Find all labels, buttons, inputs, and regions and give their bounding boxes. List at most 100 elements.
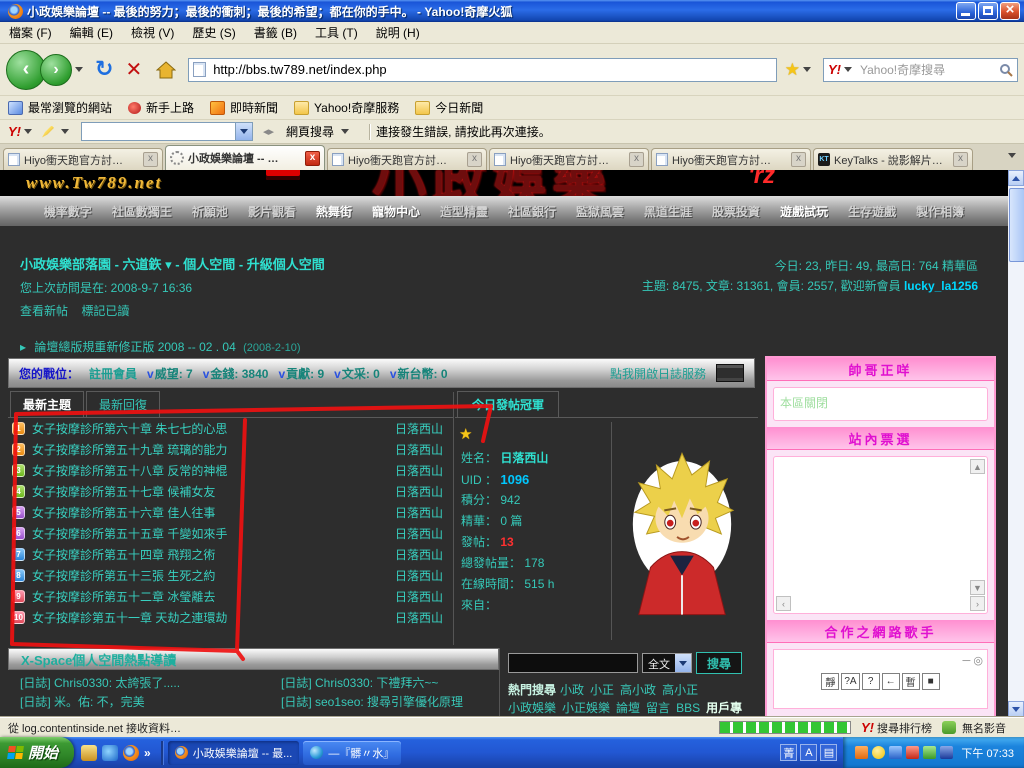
browser-tab[interactable]: Hiyo衝天跑官方討… x <box>3 148 163 170</box>
pencil-dropdown-icon[interactable] <box>61 129 69 134</box>
bookmark-item[interactable]: 今日新聞 <box>415 99 483 116</box>
site-nav-item[interactable]: 影片觀看 <box>248 203 296 220</box>
wretch-video-widget[interactable]: 無名影音 <box>942 720 1006 736</box>
post-title-link[interactable]: 女子按摩診所第五十六章 佳人往事 <box>32 504 379 521</box>
browser-tab[interactable]: KeyTalks - 說影解片… x <box>813 148 973 170</box>
browser-tab[interactable]: Hiyo衝天跑官方討… x <box>489 148 649 170</box>
xspace-entry-link[interactable]: [日誌] Chris0330: 下禮拜六~~ <box>281 674 463 693</box>
xspace-entry-link[interactable]: [日誌] Chris0330: 太誇張了..... <box>20 674 255 693</box>
new-member-link[interactable]: lucky_la1256 <box>904 279 978 293</box>
search-engine-dropdown-icon[interactable] <box>844 67 852 72</box>
quick-launch-overflow-icon[interactable]: » <box>144 746 151 760</box>
tab-close-icon[interactable]: x <box>467 152 482 167</box>
bookmark-item[interactable]: 新手上路 <box>128 99 194 116</box>
home-button[interactable] <box>156 61 176 79</box>
scroll-right-icon[interactable]: › <box>970 596 985 611</box>
connection-error-message[interactable]: 連接發生錯誤, 請按此再次連接。 <box>376 123 551 140</box>
bookmark-item[interactable]: Yahoo!奇摩服務 <box>294 99 399 116</box>
quick-launch-firefox-icon[interactable] <box>123 745 139 761</box>
post-title-link[interactable]: 女子按摩診所第五十五章 千變如來手 <box>32 525 379 542</box>
post-title-link[interactable]: 女子按摩診所第五十二章 冰瑩離去 <box>32 588 379 605</box>
menu-item[interactable]: 檔案 (F) <box>0 21 61 44</box>
xspace-entry-link[interactable]: [日誌] 米。佑: 不，完美 <box>20 693 255 712</box>
hot-search-term-link[interactable]: 小政 <box>560 681 584 699</box>
hot-search-term-link[interactable]: 論壇 <box>616 699 640 717</box>
taskbar-window-button[interactable]: —『髒〃水』 <box>303 741 401 765</box>
bookmark-item[interactable]: 即時新聞 <box>210 99 278 116</box>
search-input[interactable] <box>858 62 999 78</box>
language-bar-icon[interactable]: A <box>800 744 817 761</box>
site-nav-item[interactable]: 寵物中心 <box>372 203 420 220</box>
list-tab[interactable]: 最新主題 <box>10 391 84 417</box>
player-button[interactable]: 靜 <box>821 673 839 690</box>
player-button[interactable]: ← <box>882 673 900 690</box>
post-title-link[interactable]: 女子按摩診所第五十七章 候補女友 <box>32 483 379 500</box>
tray-icon[interactable] <box>940 746 953 759</box>
scrollbar-up-icon[interactable] <box>1008 170 1024 186</box>
post-author-link[interactable]: 日落西山 <box>379 420 453 437</box>
yahoo-menu-dropdown-icon[interactable] <box>24 129 32 134</box>
announcement-row[interactable]: ▸ 論壇總版規重新修正版 2008 -- 02 . 04 (2008-2-10) <box>20 338 301 355</box>
menu-item[interactable]: 工具 (T) <box>306 21 367 44</box>
forward-button[interactable]: › <box>40 54 72 86</box>
minimize-button[interactable] <box>956 2 976 20</box>
site-nav-item[interactable]: 機率數字 <box>44 203 92 220</box>
reload-button[interactable]: ↻ <box>95 57 113 82</box>
page-scrollbar[interactable] <box>1008 170 1024 717</box>
yahoo-toolbar-logo[interactable]: Y! <box>8 124 21 139</box>
scrollbar-thumb[interactable] <box>1009 188 1024 262</box>
tray-icon[interactable] <box>906 746 919 759</box>
toolbar-splitter[interactable]: ◂▸ <box>263 125 274 138</box>
site-nav-item[interactable]: 造型精靈 <box>440 203 488 220</box>
site-nav-item[interactable]: 社區數獨王 <box>112 203 172 220</box>
tray-icon[interactable] <box>923 746 936 759</box>
post-author-link[interactable]: 日落西山 <box>379 441 453 458</box>
tab-close-icon[interactable]: x <box>791 152 806 167</box>
search-scope-select[interactable]: 全文 <box>642 653 692 673</box>
scroll-up-icon[interactable]: ▲ <box>970 459 985 474</box>
post-author-link[interactable]: 日落西山 <box>379 588 453 605</box>
post-author-link[interactable]: 日落西山 <box>379 567 453 584</box>
post-title-link[interactable]: 女子按摩診所第五十三張 生死之約 <box>32 567 379 584</box>
taskbar-window-button[interactable]: 小政娛樂論壇 -- 最... <box>168 741 300 765</box>
bookmark-dropdown-icon[interactable] <box>803 67 811 72</box>
forum-search-input[interactable] <box>508 653 638 673</box>
stop-button[interactable]: ✕ <box>125 57 142 82</box>
pencil-icon[interactable] <box>42 126 54 138</box>
site-nav-item[interactable]: 製作相簿 <box>916 203 964 220</box>
tray-icon[interactable] <box>889 746 902 759</box>
scroll-down-icon[interactable]: ▼ <box>970 580 985 595</box>
site-nav-item[interactable]: 熱舞街 <box>316 203 352 220</box>
post-author-link[interactable]: 日落西山 <box>379 483 453 500</box>
tab-close-icon[interactable]: x <box>143 152 158 167</box>
quick-launch-icon-1[interactable] <box>81 745 97 761</box>
tray-icon[interactable] <box>855 746 868 759</box>
site-nav-item[interactable]: 黑道生涯 <box>644 203 692 220</box>
post-author-link[interactable]: 日落西山 <box>379 462 453 479</box>
breadcrumb[interactable]: 小政娛樂部落園 - 六道鉃 ▾ - 個人空間 - 升級個人空間 <box>20 254 325 273</box>
scrollbar-down-icon[interactable] <box>1008 701 1024 717</box>
post-author-link[interactable]: 日落西山 <box>379 525 453 542</box>
site-nav-item[interactable]: 社區銀行 <box>508 203 556 220</box>
start-button[interactable]: 開始 <box>0 737 74 768</box>
tab-close-icon[interactable]: x <box>953 152 968 167</box>
browser-tab[interactable]: 小政娛樂論壇 -- … x <box>165 145 325 170</box>
hot-search-term-link[interactable]: 高小正 <box>662 681 698 699</box>
log-service-badge[interactable] <box>716 364 744 382</box>
site-nav-item[interactable]: 遊戲試玩 <box>780 203 828 220</box>
hot-search-term-link[interactable]: 高小政 <box>620 681 656 699</box>
url-bar[interactable] <box>188 58 777 82</box>
site-nav-item[interactable]: 股票投資 <box>712 203 760 220</box>
tab-close-icon[interactable]: x <box>629 152 644 167</box>
yahoo-toolbar-search-input[interactable] <box>81 122 253 141</box>
hot-search-term-link[interactable]: 留言 <box>646 699 670 717</box>
post-author-link[interactable]: 日落西山 <box>379 546 453 563</box>
yahoo-rank-widget[interactable]: Y! 搜尋排行榜 <box>861 720 932 736</box>
site-nav-item[interactable]: 監獄風雲 <box>576 203 624 220</box>
close-button[interactable] <box>1000 2 1020 20</box>
post-title-link[interactable]: 女子按摩診第五十一章 天劫之連環劫 <box>32 609 379 626</box>
hot-search-term-link[interactable]: 小政娛樂 <box>508 699 556 717</box>
hot-search-term-link[interactable]: 小正娛樂 <box>562 699 610 717</box>
announcement-title[interactable]: 論壇總版規重新修正版 2008 -- 02 . 04 <box>34 340 235 354</box>
menu-item[interactable]: 說明 (H) <box>367 21 429 44</box>
